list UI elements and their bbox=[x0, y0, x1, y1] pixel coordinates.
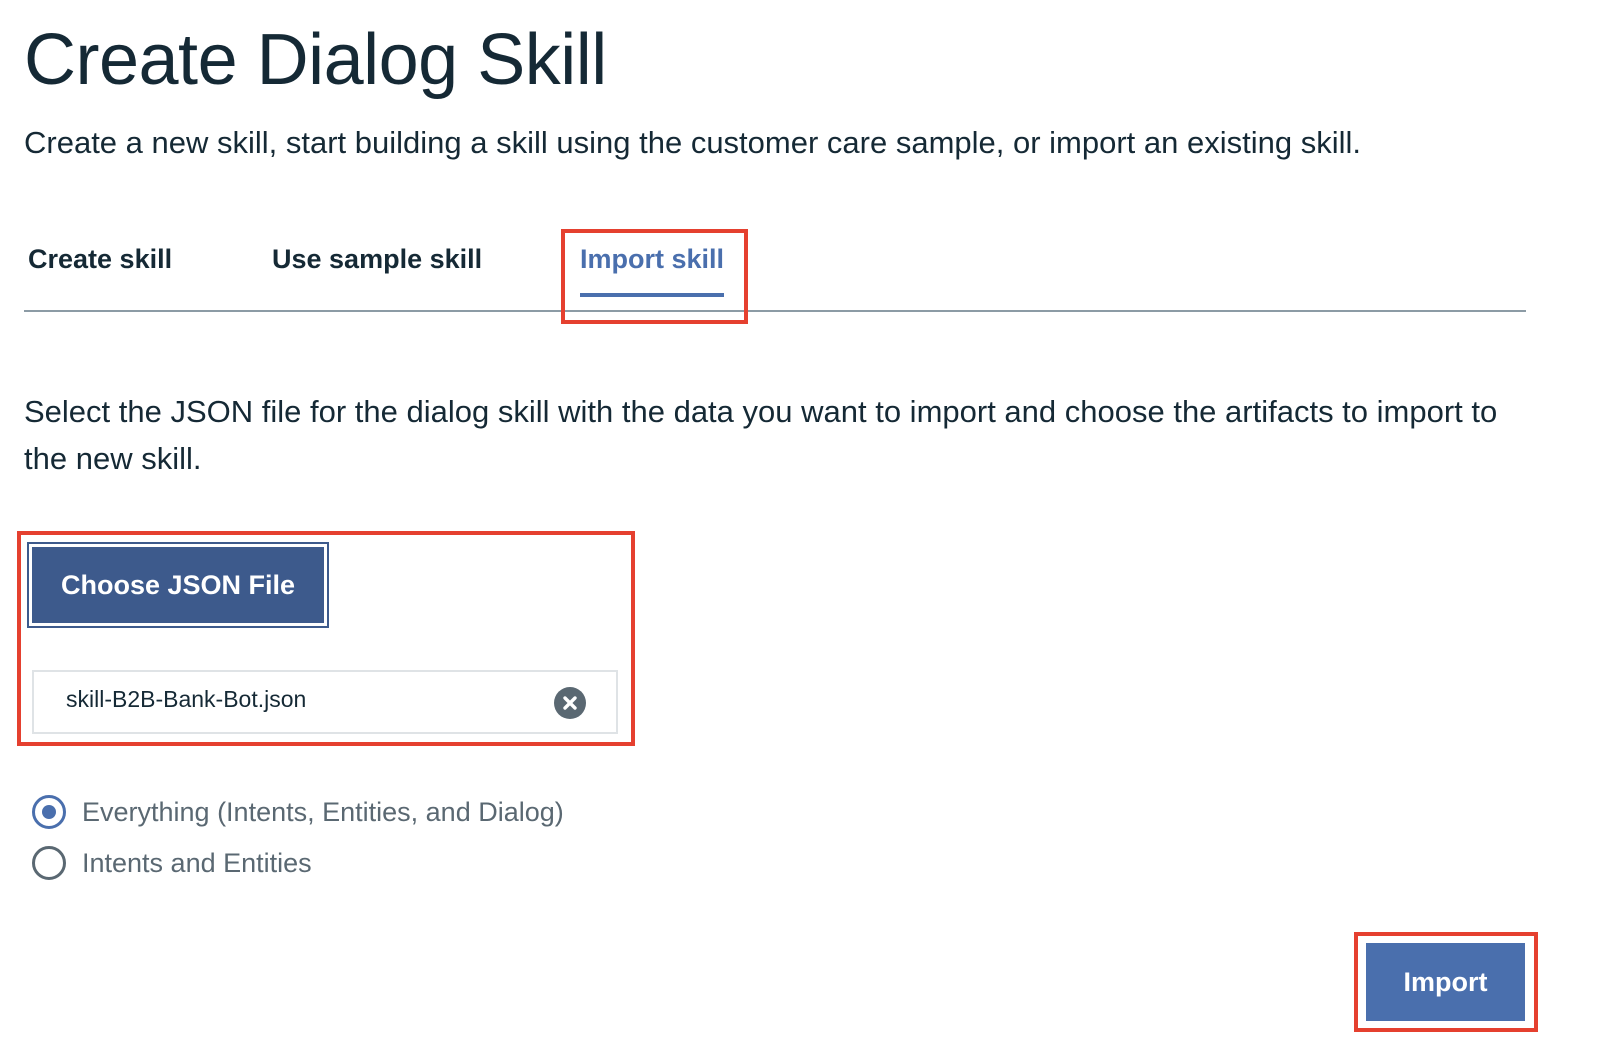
radio-option-everything[interactable]: Everything (Intents, Entities, and Dialo… bbox=[32, 792, 564, 832]
tab-create-skill[interactable]: Create skill bbox=[28, 244, 172, 275]
tab-use-sample-skill[interactable]: Use sample skill bbox=[272, 244, 482, 275]
selected-file-name: skill-B2B-Bank-Bot.json bbox=[66, 686, 307, 712]
radio-option-intents-entities[interactable]: Intents and Entities bbox=[32, 843, 312, 883]
selected-file-field: skill-B2B-Bank-Bot.json bbox=[32, 670, 618, 734]
skill-tabs: Create skill Use sample skill Import ski… bbox=[24, 236, 1526, 312]
radio-label-intents-entities: Intents and Entities bbox=[82, 847, 312, 878]
close-circle-icon[interactable] bbox=[554, 687, 586, 719]
create-dialog-skill-page: Create Dialog Skill Create a new skill, … bbox=[0, 0, 1604, 1062]
radio-label-everything: Everything (Intents, Entities, and Dialo… bbox=[82, 796, 564, 827]
page-subtitle: Create a new skill, start building a ski… bbox=[24, 125, 1361, 160]
tab-import-skill[interactable]: Import skill bbox=[580, 244, 725, 297]
radio-checked-icon[interactable] bbox=[32, 795, 66, 829]
choose-json-file-label: Choose JSON File bbox=[32, 547, 324, 623]
radio-unchecked-icon[interactable] bbox=[32, 846, 66, 880]
choose-json-file-button[interactable]: Choose JSON File bbox=[27, 542, 329, 628]
import-instructions: Select the JSON file for the dialog skil… bbox=[24, 394, 1498, 476]
import-button[interactable]: Import bbox=[1366, 943, 1525, 1021]
page-title: Create Dialog Skill bbox=[24, 20, 607, 100]
